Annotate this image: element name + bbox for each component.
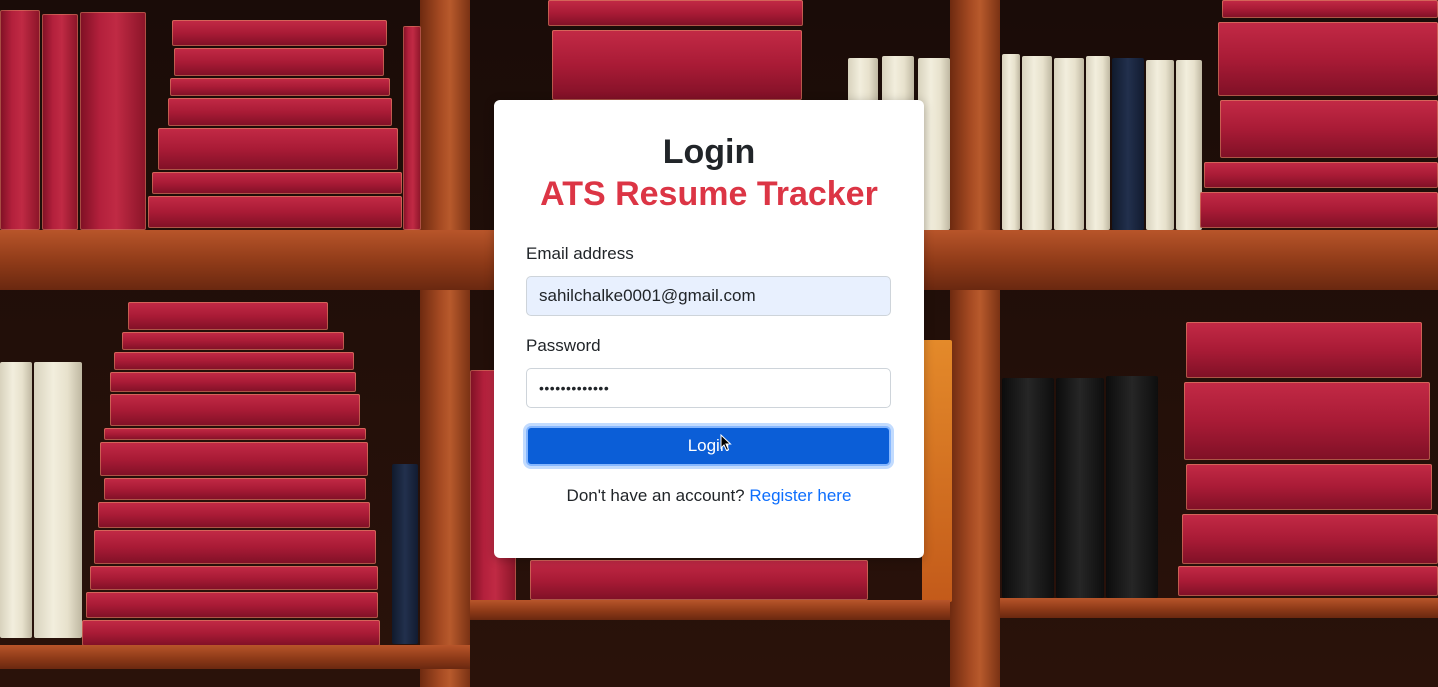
book bbox=[122, 332, 344, 350]
book bbox=[1086, 56, 1110, 230]
book bbox=[1056, 378, 1104, 598]
book bbox=[94, 530, 376, 564]
mouse-pointer-icon bbox=[720, 434, 732, 452]
book bbox=[0, 362, 32, 638]
email-field[interactable]: sahilchalke0001@gmail.com bbox=[526, 276, 891, 316]
register-link[interactable]: Register here bbox=[749, 486, 851, 505]
book bbox=[42, 14, 78, 230]
book bbox=[1186, 464, 1432, 510]
app-subtitle: ATS Resume Tracker bbox=[540, 175, 878, 213]
book bbox=[922, 340, 952, 602]
book bbox=[1218, 22, 1438, 96]
book bbox=[114, 352, 354, 370]
book bbox=[110, 372, 356, 392]
book bbox=[104, 428, 366, 440]
login-form: Login ATS Resume Tracker Email address s… bbox=[494, 0, 924, 687]
book bbox=[174, 48, 384, 76]
book bbox=[1106, 376, 1158, 598]
shelf-upright bbox=[950, 0, 1000, 687]
book bbox=[403, 26, 421, 230]
book bbox=[1176, 60, 1202, 230]
register-prompt: Don't have an account? Register here bbox=[494, 486, 924, 506]
book bbox=[1178, 566, 1438, 596]
book bbox=[1146, 60, 1174, 230]
book bbox=[1184, 382, 1430, 460]
book bbox=[110, 394, 360, 426]
shelf-upright bbox=[420, 0, 470, 687]
book bbox=[90, 566, 378, 590]
book bbox=[1222, 0, 1438, 18]
book bbox=[1220, 100, 1438, 158]
book bbox=[0, 10, 40, 230]
book bbox=[152, 172, 402, 194]
book bbox=[1002, 378, 1054, 598]
book bbox=[158, 128, 398, 170]
book bbox=[104, 478, 366, 500]
password-field[interactable]: ••••••••••••• bbox=[526, 368, 891, 408]
shelf-plank bbox=[0, 645, 470, 669]
email-label: Email address bbox=[526, 244, 634, 263]
book bbox=[1054, 58, 1084, 230]
book bbox=[34, 362, 82, 638]
book bbox=[128, 302, 328, 330]
register-prompt-text: Don't have an account? bbox=[566, 486, 745, 505]
book bbox=[82, 620, 380, 646]
book bbox=[148, 196, 402, 228]
book bbox=[1112, 58, 1144, 230]
book bbox=[1002, 54, 1020, 230]
book bbox=[170, 78, 390, 96]
book bbox=[392, 464, 418, 644]
book bbox=[1186, 322, 1422, 378]
book bbox=[172, 20, 387, 46]
book bbox=[98, 502, 370, 528]
shelf-plank bbox=[1000, 598, 1438, 618]
book bbox=[1022, 56, 1052, 230]
book bbox=[100, 442, 368, 476]
book bbox=[1204, 162, 1438, 188]
book bbox=[80, 12, 146, 230]
book bbox=[168, 98, 392, 126]
login-button[interactable]: Login bbox=[526, 426, 891, 466]
book bbox=[1182, 514, 1438, 564]
book bbox=[1200, 192, 1438, 228]
book bbox=[86, 592, 378, 618]
password-label: Password bbox=[526, 336, 601, 355]
page-title: Login bbox=[662, 133, 756, 171]
